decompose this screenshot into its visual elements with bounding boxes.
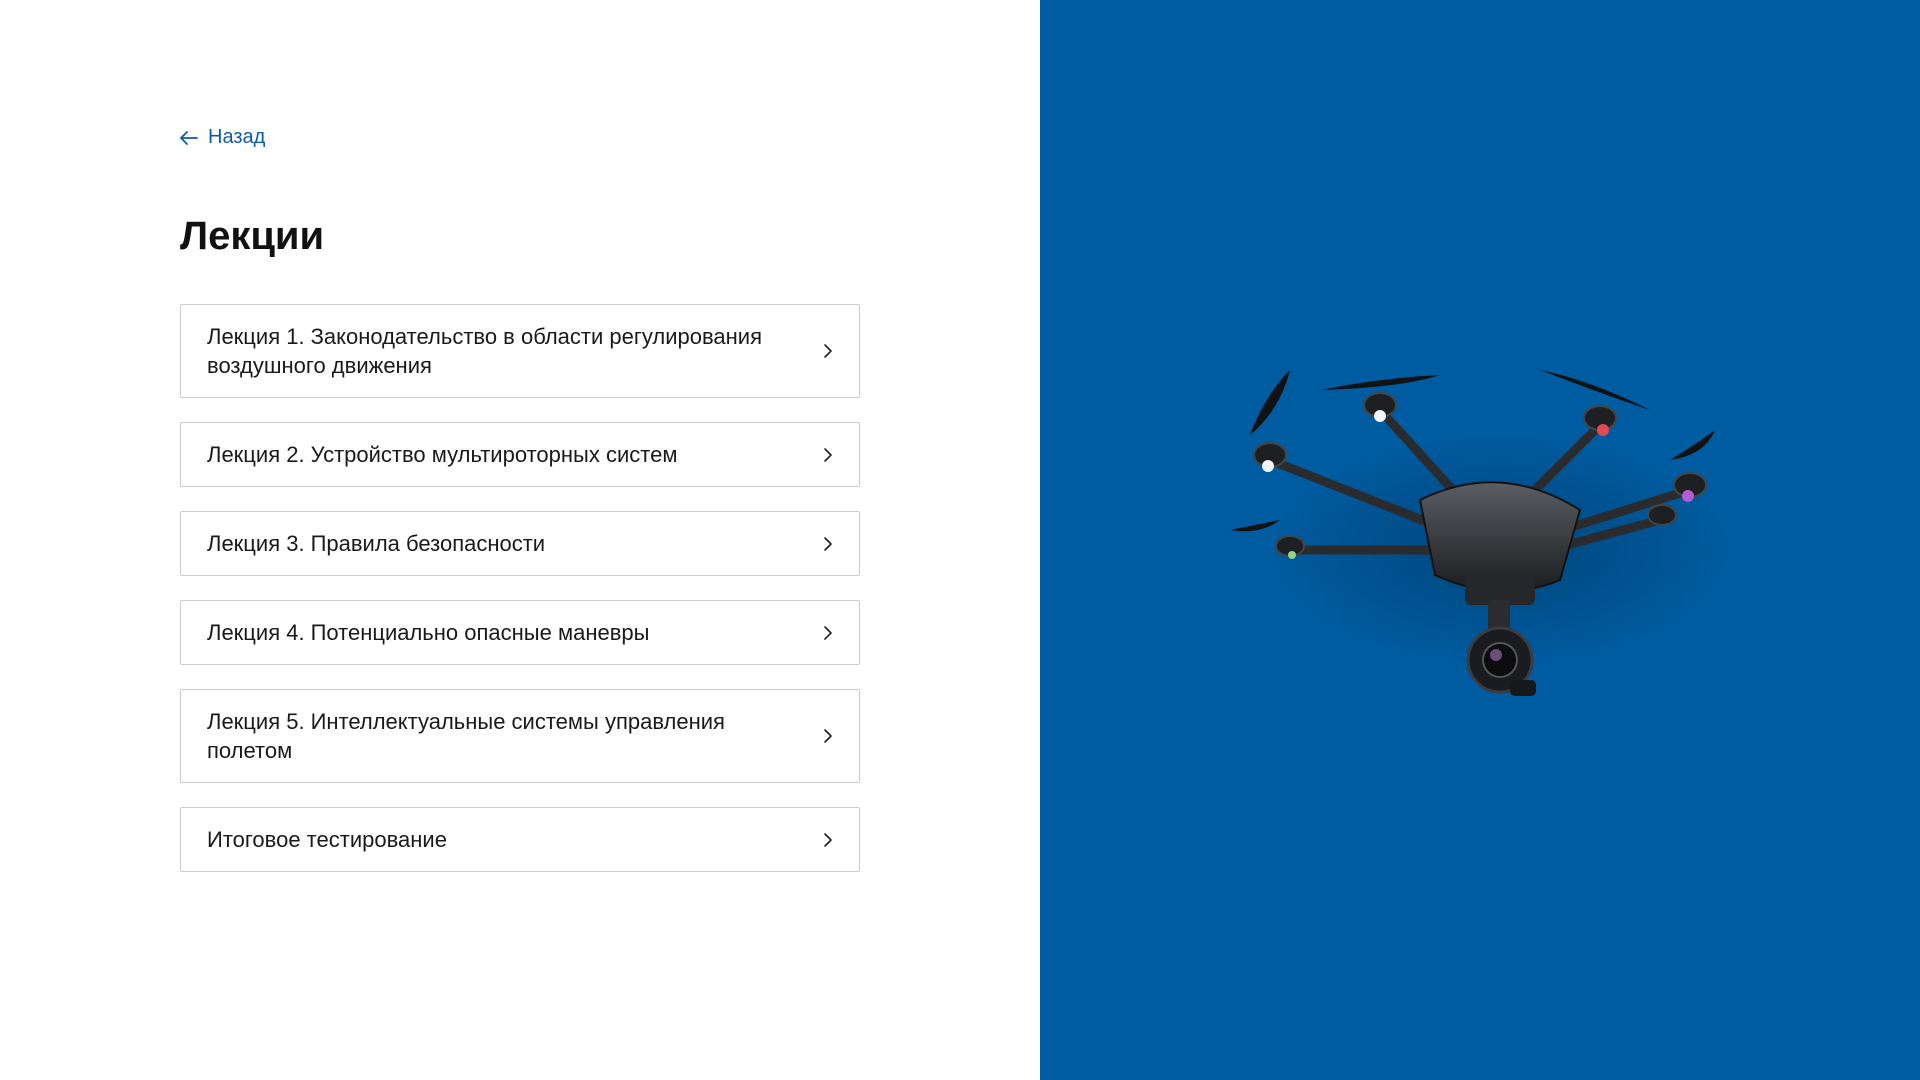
page-title: Лекции (180, 214, 325, 258)
lecture-number: Лекция 2. (207, 442, 305, 467)
lecture-item-2[interactable]: Лекция 2. Устройство мультироторных систе… (180, 422, 860, 487)
lecture-title: Потенциально опасные маневры (310, 620, 650, 645)
lecture-number: Лекция 3. (207, 531, 305, 556)
drone-illustration (1210, 350, 1770, 750)
lecture-text: Лекция 4. Потенциально опасные маневры (207, 618, 649, 647)
lecture-number: Лекция 1. (207, 324, 305, 349)
back-label: Назад (208, 126, 266, 148)
chevron-right-icon (823, 625, 833, 641)
lecture-list: Лекция 1. Законодательство в области регу… (180, 304, 860, 872)
lecture-title: Правила безопасности (310, 531, 546, 556)
chevron-right-icon (823, 447, 833, 463)
lecture-text: Лекция 5. Интеллектуальные системы управл… (207, 707, 787, 765)
lecture-item-5[interactable]: Лекция 5. Интеллектуальные системы управл… (180, 689, 860, 783)
final-test-item[interactable]: Итоговое тестирование (180, 807, 860, 872)
page: Назад Лекции Лекция 1. Законодательство в… (0, 0, 1920, 1080)
content-panel: Назад Лекции Лекция 1. Законодательство в… (0, 0, 1040, 1080)
lecture-text: Лекция 1. Законодательство в области регу… (207, 322, 787, 380)
chevron-right-icon (823, 728, 833, 744)
final-test-label: Итоговое тестирование (207, 827, 447, 852)
chevron-right-icon (823, 832, 833, 848)
lecture-item-3[interactable]: Лекция 3. Правила безопасности (180, 511, 860, 576)
lecture-text: Лекция 3. Правила безопасности (207, 529, 545, 558)
lecture-number: Лекция 5. (207, 709, 305, 734)
lecture-number: Лекция 4. (207, 620, 305, 645)
arrow-left-icon (180, 130, 198, 145)
back-link[interactable]: Назад (180, 126, 265, 149)
chevron-right-icon (823, 343, 833, 359)
lecture-title: Устройство мультироторных систем (310, 442, 678, 467)
illustration-panel (1040, 0, 1920, 1080)
lecture-text: Лекция 2. Устройство мультироторных систе… (207, 440, 677, 469)
chevron-right-icon (823, 536, 833, 552)
lecture-item-1[interactable]: Лекция 1. Законодательство в области регу… (180, 304, 860, 398)
lecture-item-4[interactable]: Лекция 4. Потенциально опасные маневры (180, 600, 860, 665)
